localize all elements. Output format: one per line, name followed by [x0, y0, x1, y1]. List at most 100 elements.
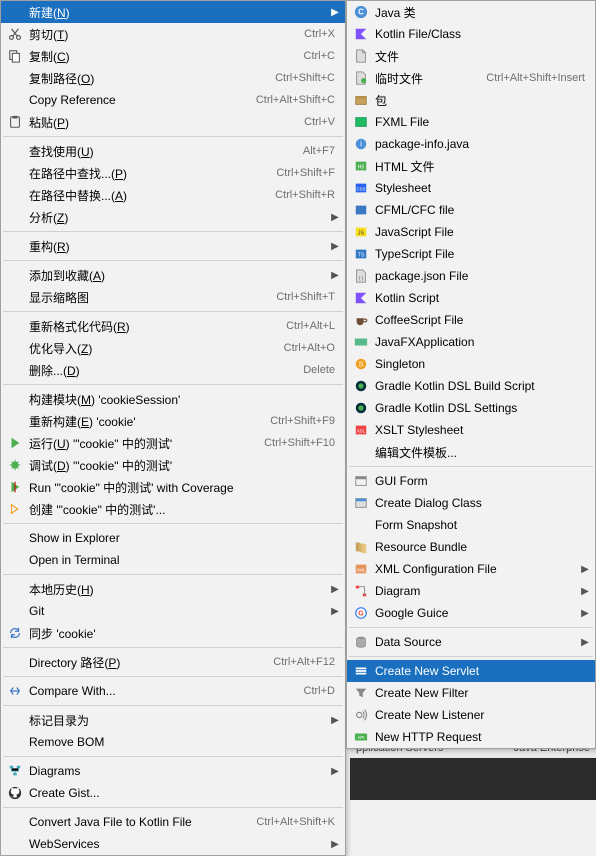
left_menu-item[interactable]: 标记目录为▶ — [1, 709, 345, 731]
left_menu-item[interactable]: Copy ReferenceCtrl+Alt+Shift+C — [1, 89, 345, 111]
left_menu-item[interactable]: 优化导入(Z)Ctrl+Alt+O — [1, 337, 345, 359]
left_menu-item[interactable]: 创建 '"cookie" 中的测试'... — [1, 498, 345, 520]
blank-icon — [5, 91, 25, 109]
right_menu-item[interactable]: ipackage-info.java — [347, 133, 595, 155]
left_menu-item[interactable]: 重新构建(E) 'cookie'Ctrl+Shift+F9 — [1, 410, 345, 432]
right_menu-item[interactable]: TSTypeScript File — [347, 243, 595, 265]
right_menu-item[interactable]: 文件 — [347, 45, 595, 67]
left_menu-item[interactable]: 复制路径(O)Ctrl+Shift+C — [1, 67, 345, 89]
datasource-icon — [351, 633, 371, 651]
menu-item-label: CFML/CFC file — [371, 203, 591, 217]
left_menu-item[interactable]: 删除...(D)Delete — [1, 359, 345, 381]
right_menu-item[interactable]: Form Snapshot — [347, 514, 595, 536]
left_menu-item[interactable]: Show in Explorer — [1, 527, 345, 549]
right_menu-item[interactable]: SSingleton — [347, 353, 595, 375]
submenu-arrow-icon: ▶ — [329, 839, 341, 850]
listener-icon — [351, 706, 371, 724]
right_menu-item[interactable]: H5HTML 文件 — [347, 155, 595, 177]
right_menu-item[interactable]: Gradle Kotlin DSL Settings — [347, 397, 595, 419]
right_menu-item[interactable]: Gradle Kotlin DSL Build Script — [347, 375, 595, 397]
left_menu-item[interactable]: 剪切(T)Ctrl+X — [1, 23, 345, 45]
left_menu-item[interactable]: 新建(N)▶ — [1, 1, 345, 23]
left_menu-item[interactable]: 重新格式化代码(R)Ctrl+Alt+L — [1, 315, 345, 337]
menu-separator — [3, 574, 343, 575]
right_menu-item[interactable]: XSLXSLT Stylesheet — [347, 419, 595, 441]
right_menu-item[interactable]: JavaFXApplication — [347, 331, 595, 353]
menu-separator — [349, 627, 593, 628]
left_menu-item[interactable]: 本地历史(H)▶ — [1, 578, 345, 600]
left_menu-item[interactable]: 显示缩略图Ctrl+Shift+T — [1, 286, 345, 308]
menu-item-label: 优化导入(Z) — [25, 340, 284, 357]
left_menu-item[interactable]: 重构(R)▶ — [1, 235, 345, 257]
right_menu-item[interactable]: JSJavaScript File — [347, 221, 595, 243]
left_menu-item[interactable]: Create Gist... — [1, 782, 345, 804]
left_menu-item[interactable]: 同步 'cookie' — [1, 622, 345, 644]
menu-separator — [3, 705, 343, 706]
right_menu-item[interactable]: GUI Form — [347, 470, 595, 492]
blank-icon — [5, 69, 25, 87]
right_menu-item[interactable]: Create New Filter — [347, 682, 595, 704]
left_menu-item[interactable]: 复制(C)Ctrl+C — [1, 45, 345, 67]
right_menu-item[interactable]: { }package.json File — [347, 265, 595, 287]
right_menu-item[interactable]: Create New Listener — [347, 704, 595, 726]
menu-item-label: Resource Bundle — [371, 540, 591, 554]
json-icon: { } — [351, 267, 371, 285]
menu-item-label: Java 类 — [371, 4, 591, 21]
blank-icon — [5, 288, 25, 306]
menu-item-label: 编辑文件模板... — [371, 444, 591, 461]
right_menu-item[interactable]: Kotlin File/Class — [347, 23, 595, 45]
left_menu-item[interactable]: WebServices▶ — [1, 833, 345, 855]
menu-item-label: 剪切(T) — [25, 26, 304, 43]
scratch-icon — [351, 69, 371, 87]
right_menu-item[interactable]: Data Source▶ — [347, 631, 595, 653]
left_menu-item[interactable]: Diagrams▶ — [1, 760, 345, 782]
right_menu-item[interactable]: Create Dialog Class — [347, 492, 595, 514]
right_menu-item[interactable]: FXML File — [347, 111, 595, 133]
right_menu-item[interactable]: CoffeeScript File — [347, 309, 595, 331]
right_menu-item[interactable]: Diagram▶ — [347, 580, 595, 602]
right_menu-item[interactable]: 包 — [347, 89, 595, 111]
left_menu-item[interactable]: Run '"cookie" 中的测试' with Coverage — [1, 476, 345, 498]
api-icon: API — [351, 728, 371, 746]
kotlin-icon — [351, 289, 371, 307]
gradle-icon — [351, 399, 371, 417]
right_menu-item[interactable]: APINew HTTP Request — [347, 726, 595, 748]
right_menu-item[interactable]: 临时文件Ctrl+Alt+Shift+Insert — [347, 67, 595, 89]
left_menu-item[interactable]: 添加到收藏(A)▶ — [1, 264, 345, 286]
menu-item-label: Remove BOM — [25, 735, 341, 749]
left_menu-item[interactable]: 在路径中查找...(P)Ctrl+Shift+F — [1, 162, 345, 184]
left_menu-item[interactable]: Git▶ — [1, 600, 345, 622]
menu-item-label: XML Configuration File — [371, 562, 579, 576]
right_menu-item[interactable]: Kotlin Script — [347, 287, 595, 309]
right_menu-item[interactable]: Resource Bundle — [347, 536, 595, 558]
menu-item-shortcut: Ctrl+Shift+C — [275, 72, 341, 84]
left_menu-item[interactable]: Directory 路径(P)Ctrl+Alt+F12 — [1, 651, 345, 673]
left_menu-item[interactable]: 运行(U) '"cookie" 中的测试'Ctrl+Shift+F10 — [1, 432, 345, 454]
submenu-arrow-icon: ▶ — [579, 608, 591, 619]
left_menu-item[interactable]: Open in Terminal — [1, 549, 345, 571]
menu-item-label: package-info.java — [371, 137, 591, 151]
right_menu-item[interactable]: 编辑文件模板... — [347, 441, 595, 463]
left_menu-item[interactable]: Compare With...Ctrl+D — [1, 680, 345, 702]
right_menu-item[interactable]: CSSStylesheet — [347, 177, 595, 199]
right_menu-item[interactable]: XMLXML Configuration File▶ — [347, 558, 595, 580]
left_menu-item[interactable]: 构建模块(M) 'cookieSession' — [1, 388, 345, 410]
left_menu-item[interactable]: Convert Java File to Kotlin FileCtrl+Alt… — [1, 811, 345, 833]
menu-item-label: 临时文件 — [371, 70, 486, 87]
left_menu-item[interactable]: Remove BOM — [1, 731, 345, 753]
right_menu-item[interactable]: Create New Servlet — [347, 660, 595, 682]
right_menu-item[interactable]: CJava 类 — [347, 1, 595, 23]
left_menu-item[interactable]: 调试(D) '"cookie" 中的测试' — [1, 454, 345, 476]
left_menu-item[interactable]: 查找使用(U)Alt+F7 — [1, 140, 345, 162]
left_menu-item[interactable]: 在路径中替换...(A)Ctrl+Shift+R — [1, 184, 345, 206]
left_menu-item[interactable]: 分析(Z)▶ — [1, 206, 345, 228]
left_menu-item[interactable]: 粘贴(P)Ctrl+V — [1, 111, 345, 133]
menu-item-label: 重新格式化代码(R) — [25, 318, 286, 335]
menu-separator — [3, 756, 343, 757]
right_menu-item[interactable]: CFML/CFC file — [347, 199, 595, 221]
submenu-arrow-icon: ▶ — [329, 7, 341, 18]
menu-item-shortcut: Ctrl+Shift+F — [276, 167, 341, 179]
svg-text:TS: TS — [358, 253, 365, 259]
right_menu-item[interactable]: GGoogle Guice▶ — [347, 602, 595, 624]
blank-icon — [5, 412, 25, 430]
